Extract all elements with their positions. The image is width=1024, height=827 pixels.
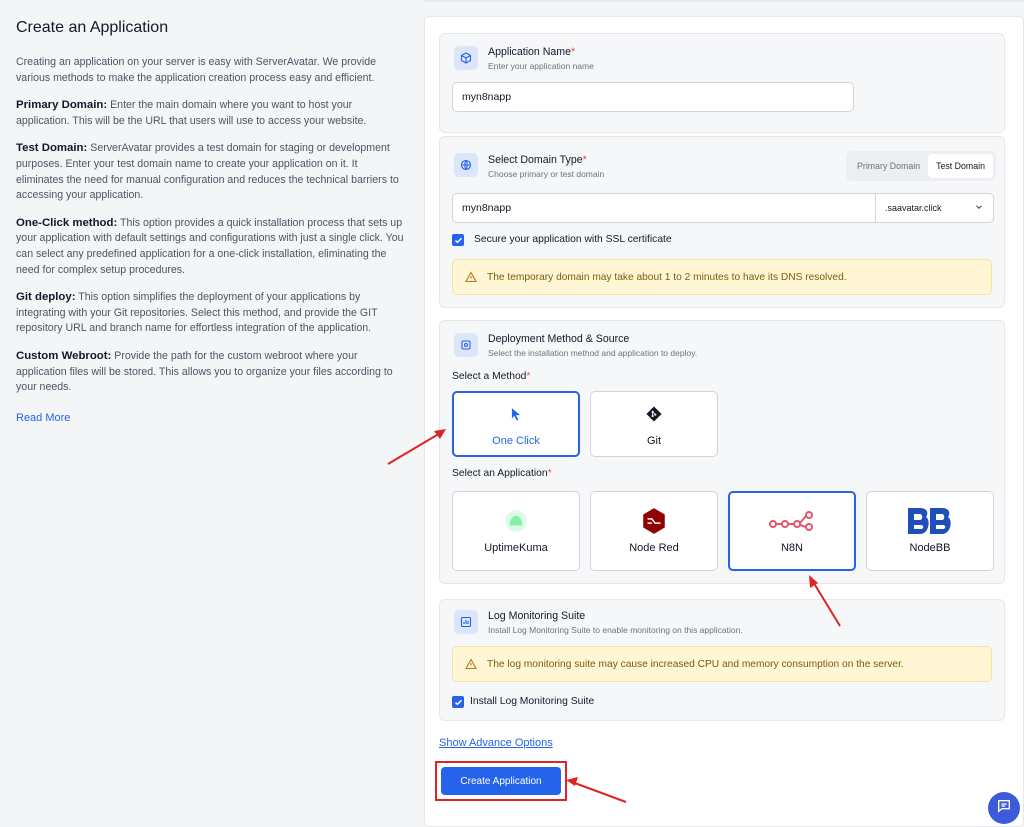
cursor-icon bbox=[509, 401, 523, 427]
app-nodebb[interactable]: NodeBB bbox=[866, 491, 994, 571]
nodebb-icon bbox=[906, 508, 954, 534]
help-term: Primary Domain: bbox=[16, 99, 108, 112]
domain-section: Select Domain Type* Choose primary or te… bbox=[439, 136, 1005, 308]
help-term: Custom Webroot: bbox=[16, 349, 112, 362]
log-monitoring-title: Log Monitoring Suite bbox=[488, 610, 586, 622]
help-primary-domain: Primary Domain: Enter the main domain wh… bbox=[16, 98, 404, 129]
app-name-input[interactable]: myn8napp bbox=[452, 82, 854, 112]
n8n-icon bbox=[769, 508, 815, 534]
app-name-label: NodeBB bbox=[909, 542, 951, 554]
intro-text: Creating an application on your server i… bbox=[16, 56, 376, 84]
cube-icon bbox=[454, 46, 478, 70]
log-warning-text: The log monitoring suite may cause incre… bbox=[487, 658, 904, 670]
domain-type-subtitle: Choose primary or test domain bbox=[488, 169, 605, 179]
deploy-icon bbox=[454, 333, 478, 357]
log-monitoring-section: Log Monitoring Suite Install Log Monitor… bbox=[439, 599, 1005, 721]
app-uptimekuma[interactable]: UptimeKuma bbox=[452, 491, 580, 571]
method-label-git: Git bbox=[646, 435, 662, 447]
method-label-one-click: One Click bbox=[492, 435, 540, 447]
git-icon bbox=[646, 401, 662, 427]
log-monitoring-checkbox[interactable] bbox=[452, 696, 464, 708]
chevron-down-icon bbox=[974, 202, 984, 214]
annotation-arrow-create bbox=[566, 777, 627, 803]
warning-icon bbox=[465, 271, 477, 283]
create-app-form: Application Name* Enter your application… bbox=[424, 16, 1024, 827]
chart-bars-icon bbox=[454, 610, 478, 634]
log-warning: The log monitoring suite may cause incre… bbox=[452, 646, 992, 682]
help-term: Test Domain: bbox=[16, 142, 88, 155]
deployment-subtitle: Select the installation method and appli… bbox=[488, 348, 698, 358]
app-name-subtitle: Enter your application name bbox=[488, 61, 594, 71]
help-one-click: One-Click method: This option provides a… bbox=[16, 216, 404, 278]
deployment-title: Deployment Method & Source bbox=[488, 333, 630, 345]
method-one-click[interactable]: One Click bbox=[452, 391, 580, 457]
annotation-arrow-n8n bbox=[809, 575, 841, 627]
method-label: Select a Method* bbox=[452, 371, 531, 382]
help-term: One-Click method: bbox=[16, 216, 118, 229]
ssl-checkbox[interactable] bbox=[452, 234, 464, 246]
domain-type-title: Select Domain Type* bbox=[488, 154, 587, 166]
chat-button[interactable] bbox=[988, 792, 1020, 824]
dns-warning: The temporary domain may take about 1 to… bbox=[452, 259, 992, 295]
show-advance-options-link[interactable]: Show Advance Options bbox=[439, 737, 553, 749]
log-monitoring-subtitle: Install Log Monitoring Suite to enable m… bbox=[488, 625, 743, 635]
app-name-label: UptimeKuma bbox=[484, 542, 548, 554]
help-term: Git deploy: bbox=[16, 291, 76, 304]
domain-suffix-value: .saavatar.click bbox=[885, 203, 942, 213]
help-panel: Create an Application Creating an applic… bbox=[0, 0, 420, 827]
test-domain-option[interactable]: Test Domain bbox=[928, 154, 993, 178]
help-git-deploy: Git deploy: This option simplifies the d… bbox=[16, 290, 404, 337]
app-name-label: Node Red bbox=[629, 542, 679, 554]
node-red-icon bbox=[641, 508, 667, 534]
globe-icon bbox=[454, 153, 478, 177]
top-divider bbox=[424, 0, 1024, 2]
app-name-title: Application Name* bbox=[488, 46, 576, 58]
domain-input[interactable]: myn8napp bbox=[452, 193, 876, 223]
chat-icon bbox=[996, 798, 1012, 819]
ssl-label: Secure your application with SSL certifi… bbox=[474, 234, 672, 245]
method-git[interactable]: Git bbox=[590, 391, 718, 457]
app-name-label: N8N bbox=[780, 542, 803, 554]
create-button-highlight: Create Application bbox=[435, 761, 567, 801]
warning-icon bbox=[465, 658, 477, 670]
uptimekuma-icon bbox=[503, 508, 529, 534]
application-label: Select an Application* bbox=[452, 468, 552, 479]
help-custom-webroot: Custom Webroot: Provide the path for the… bbox=[16, 349, 404, 396]
create-application-button[interactable]: Create Application bbox=[441, 767, 561, 795]
app-node-red[interactable]: Node Red bbox=[590, 491, 718, 571]
deployment-section: Deployment Method & Source Select the in… bbox=[439, 320, 1005, 584]
domain-type-toggle: Primary Domain Test Domain bbox=[846, 151, 996, 181]
primary-domain-option[interactable]: Primary Domain bbox=[849, 154, 928, 178]
log-monitoring-label: Install Log Monitoring Suite bbox=[470, 696, 595, 707]
read-more-link[interactable]: Read More bbox=[16, 412, 70, 424]
page-title: Create an Application bbox=[16, 19, 169, 36]
domain-suffix-select[interactable]: .saavatar.click bbox=[876, 193, 994, 223]
help-test-domain: Test Domain: ServerAvatar provides a tes… bbox=[16, 141, 404, 203]
dns-warning-text: The temporary domain may take about 1 to… bbox=[487, 271, 847, 283]
annotation-arrow-one-click bbox=[387, 429, 446, 465]
app-n8n[interactable]: N8N bbox=[728, 491, 856, 571]
app-name-section: Application Name* Enter your application… bbox=[439, 33, 1005, 133]
